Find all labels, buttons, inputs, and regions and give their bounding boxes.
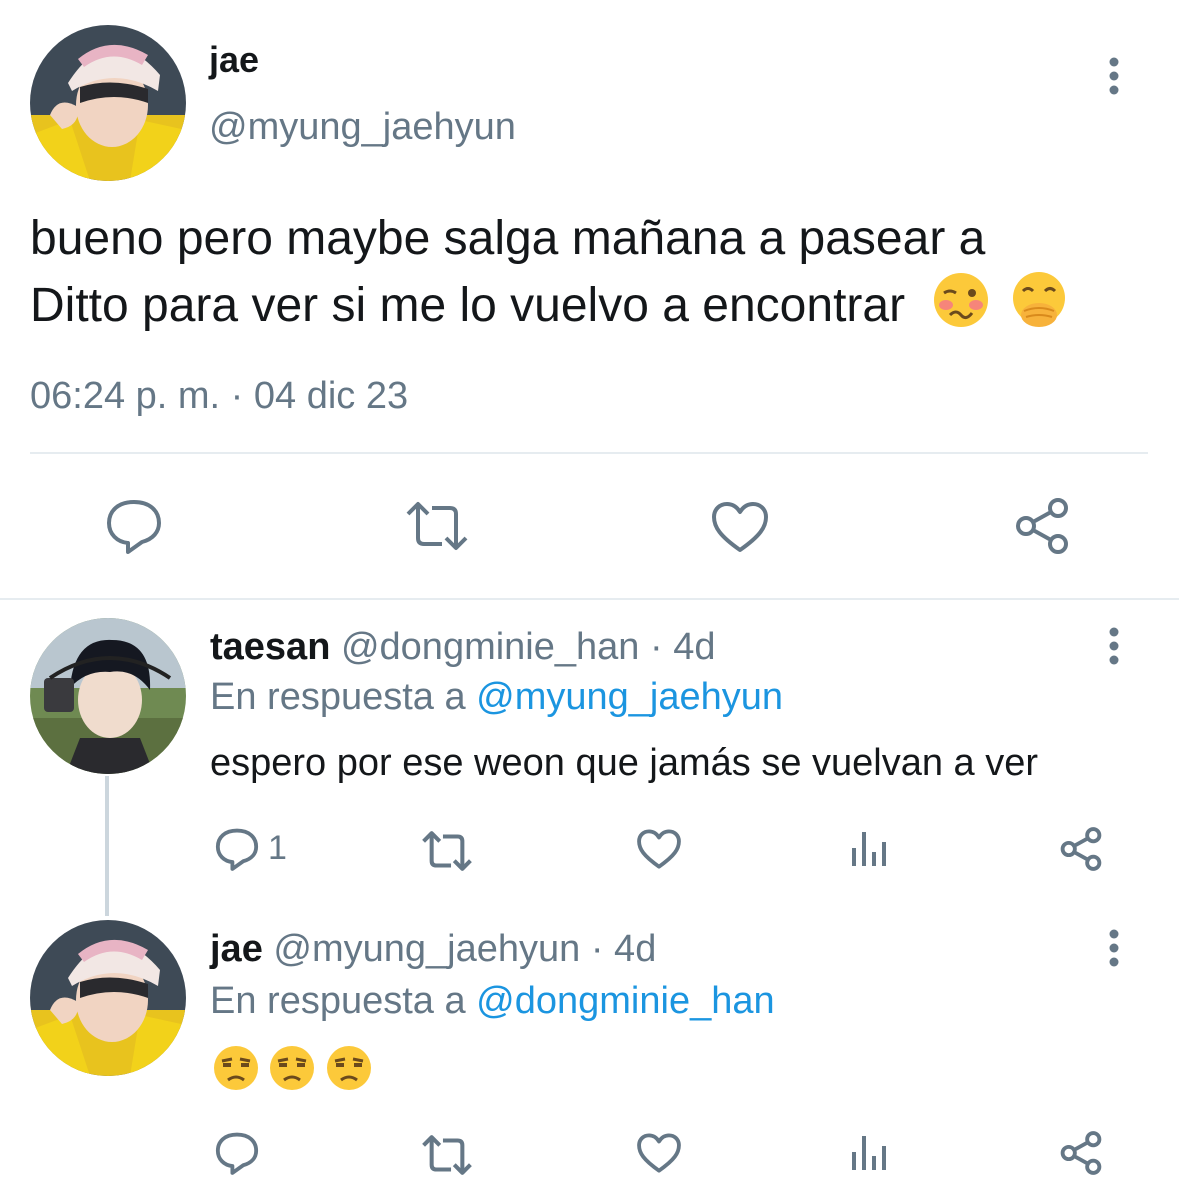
- reply-prefix: En respuesta a: [210, 980, 466, 1022]
- avatar[interactable]: [30, 920, 186, 1076]
- avatar[interactable]: [30, 25, 186, 181]
- thread-line: [105, 776, 109, 916]
- share-icon[interactable]: [1058, 826, 1104, 872]
- more-options-icon[interactable]: [1104, 928, 1124, 968]
- reply-icon[interactable]: [214, 826, 260, 872]
- retweet-icon[interactable]: [420, 830, 474, 872]
- display-name[interactable]: jae: [210, 928, 263, 970]
- tweet-text-segment: Ditto para ver si me lo vuelvo a encontr…: [30, 279, 906, 333]
- analytics-icon[interactable]: [850, 1132, 890, 1172]
- section-divider: [0, 598, 1179, 600]
- reply-to-link[interactable]: @myung_jaehyun: [476, 676, 783, 718]
- retweet-icon[interactable]: [420, 1134, 474, 1176]
- reply-context: En respuesta a @myung_jaehyun: [210, 674, 783, 720]
- tweet-text: bueno pero maybe salga mañana a pasear a…: [30, 207, 1068, 346]
- user-handle[interactable]: @myung_jaehyun: [209, 104, 516, 150]
- divider: [30, 452, 1148, 454]
- woozy-face-icon: [932, 271, 990, 346]
- more-options-icon[interactable]: [1104, 56, 1124, 96]
- retweet-icon[interactable]: [404, 500, 470, 552]
- reply-icon[interactable]: [104, 496, 164, 556]
- more-options-icon[interactable]: [1104, 626, 1124, 666]
- tweet-age: · 4d: [590, 928, 657, 970]
- unamused-face-icon: [325, 1044, 373, 1097]
- analytics-icon[interactable]: [850, 828, 890, 868]
- reply-context: En respuesta a @dongminie_han: [210, 978, 775, 1024]
- display-name[interactable]: jae: [209, 38, 259, 82]
- user-handle[interactable]: @dongminie_han: [341, 626, 639, 668]
- avatar[interactable]: [30, 618, 186, 774]
- face-with-hand-over-mouth-icon: [1010, 271, 1068, 346]
- tweet-text-line: bueno pero maybe salga mañana a pasear a: [30, 212, 986, 265]
- tweet-age: · 4d: [649, 626, 716, 668]
- reply-count: 1: [268, 829, 287, 867]
- share-icon[interactable]: [1058, 1130, 1104, 1176]
- tweet-text: espero por ese weon que jamás se vuelvan…: [210, 742, 1039, 784]
- unamused-face-icon: [212, 1044, 260, 1097]
- unamused-face-icon: [268, 1044, 316, 1097]
- user-handle[interactable]: @myung_jaehyun: [273, 928, 580, 970]
- like-icon[interactable]: [636, 828, 682, 870]
- reply-icon[interactable]: [214, 1130, 260, 1176]
- tweet-text-line: Ditto para ver si me lo vuelvo a encontr…: [30, 271, 1068, 346]
- reply-header: taesan @dongminie_han · 4d: [210, 624, 715, 670]
- share-icon[interactable]: [1012, 496, 1072, 556]
- reply-to-link[interactable]: @dongminie_han: [476, 980, 774, 1022]
- reply-header: jae @myung_jaehyun · 4d: [210, 926, 656, 972]
- display-name[interactable]: taesan: [210, 626, 330, 668]
- like-icon[interactable]: [636, 1132, 682, 1174]
- like-icon[interactable]: [710, 500, 770, 554]
- tweet-emoji-row: [212, 1044, 373, 1092]
- reply-prefix: En respuesta a: [210, 676, 466, 718]
- tweet-timestamp[interactable]: 06:24 p. m. · 04 dic 23: [30, 373, 408, 419]
